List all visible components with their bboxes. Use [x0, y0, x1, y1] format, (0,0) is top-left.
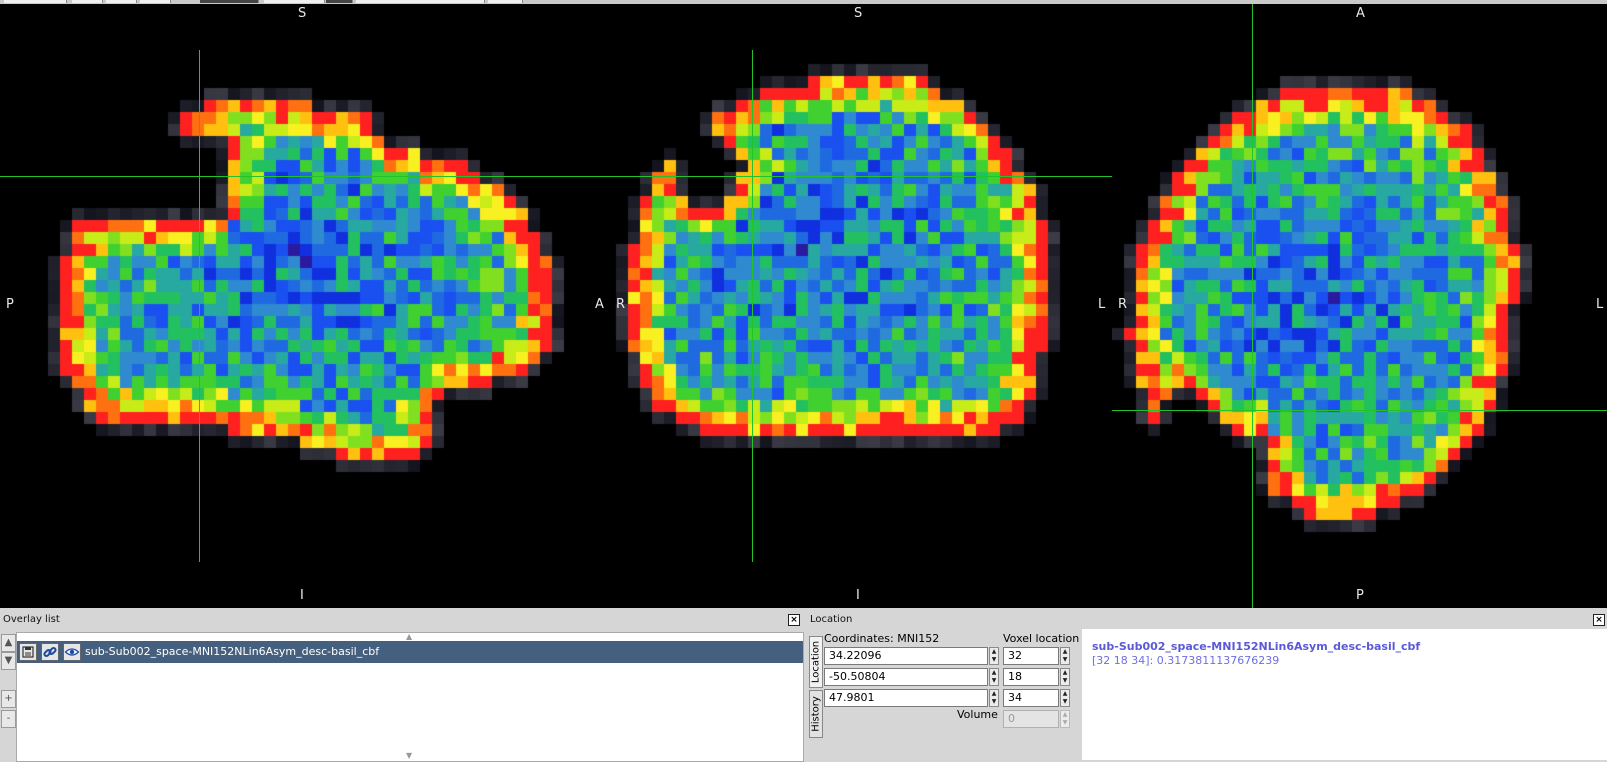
close-icon[interactable]: × [1593, 614, 1605, 626]
info-overlay-name: sub-Sub002_space-MNI152NLin6Asym_desc-ba… [1092, 640, 1421, 653]
orientation-label-right: L [1098, 297, 1106, 312]
image-canvas[interactable]: S I P A S I R L A P R L [0, 4, 1607, 608]
coronal-slice-image [604, 4, 1112, 608]
close-icon[interactable]: × [788, 614, 800, 626]
scroll-up-icon[interactable]: ▲ [406, 632, 412, 641]
orientation-label-top: A [1356, 6, 1365, 21]
location-info-area: sub-Sub002_space-MNI152NLin6Asym_desc-ba… [1082, 629, 1607, 760]
voxel-x-spinner[interactable]: ▲ ▼ [1060, 647, 1070, 665]
list-item[interactable]: sub-Sub002_space-MNI152NLin6Asym_desc-ba… [17, 641, 803, 663]
overlay-list-title: Overlay list [3, 614, 60, 625]
coord-x-spinner[interactable]: ▲ ▼ [989, 647, 999, 665]
overlay-list[interactable]: ▲ sub-Sub002_space-MNI152NLin6Asym_desc-… [16, 632, 804, 762]
overlay-name: sub-Sub002_space-MNI152NLin6Asym_desc-ba… [85, 645, 380, 658]
coord-y-field[interactable]: -50.50804 [824, 668, 988, 686]
overlay-list-panel: Overlay list × ▲ ▼ + - ▲ sub-Sub002_spac… [0, 612, 804, 762]
voxel-y-field[interactable]: 18 [1003, 668, 1059, 686]
axial-slice-image [1112, 4, 1607, 608]
orientation-label-left: R [1118, 297, 1128, 312]
orientation-label-right: L [1596, 297, 1604, 312]
orientation-label-top: S [298, 6, 307, 21]
save-icon[interactable] [19, 643, 37, 661]
move-down-button[interactable]: ▼ [1, 652, 16, 670]
orientation-label-bottom: P [1356, 588, 1364, 603]
volume-spinner: ▲ ▼ [1060, 710, 1070, 728]
coordinates-label: Coordinates: MNI152 [824, 632, 940, 645]
crosshair-vertical [199, 50, 200, 562]
crosshair-vertical [752, 50, 753, 562]
orientation-label-left: R [616, 297, 626, 312]
tab-history[interactable]: History [809, 690, 823, 738]
coord-z-field[interactable]: 47.9801 [824, 689, 988, 707]
coord-y-spinner[interactable]: ▲ ▼ [989, 668, 999, 686]
voxel-location-label: Voxel location [1003, 632, 1080, 645]
crosshair-vertical [1252, 4, 1253, 608]
sagittal-slice-image [0, 4, 604, 608]
axial-view[interactable]: A P R L [1112, 4, 1607, 608]
coord-z-spinner[interactable]: ▲ ▼ [989, 689, 999, 707]
location-title: Location [810, 614, 853, 625]
orientation-label-bottom: I [856, 588, 860, 603]
orientation-label-left: P [6, 297, 14, 312]
crosshair-horizontal [604, 176, 1112, 177]
voxel-x-field[interactable]: 32 [1003, 647, 1059, 665]
volume-label: Volume [957, 708, 998, 721]
link-icon[interactable] [41, 643, 59, 661]
scroll-down-icon[interactable]: ▼ [406, 751, 412, 760]
orientation-label-right: A [595, 297, 604, 312]
overlay-list-sidebar: ▲ ▼ + - [0, 632, 16, 760]
coronal-view[interactable]: S I R L [604, 4, 1112, 608]
crosshair-horizontal [1112, 410, 1607, 411]
coord-x-field[interactable]: 34.22096 [824, 647, 988, 665]
voxel-z-field[interactable]: 34 [1003, 689, 1059, 707]
orientation-label-top: S [854, 6, 863, 21]
sagittal-view[interactable]: S I P A [0, 4, 604, 608]
add-overlay-button[interactable]: + [1, 690, 16, 708]
orientation-label-bottom: I [300, 588, 304, 603]
move-up-button[interactable]: ▲ [1, 634, 16, 652]
location-panel: Location × Location History Coordinates:… [807, 612, 1607, 760]
volume-field: 0 [1003, 710, 1059, 728]
info-voxel-value: [32 18 34]: 0.3173811137676239 [1092, 654, 1280, 667]
eye-icon[interactable] [63, 643, 81, 661]
voxel-y-spinner[interactable]: ▲ ▼ [1060, 668, 1070, 686]
voxel-z-spinner[interactable]: ▲ ▼ [1060, 689, 1070, 707]
crosshair-horizontal [0, 176, 604, 177]
tab-location[interactable]: Location [809, 636, 823, 688]
remove-overlay-button[interactable]: - [1, 710, 16, 728]
